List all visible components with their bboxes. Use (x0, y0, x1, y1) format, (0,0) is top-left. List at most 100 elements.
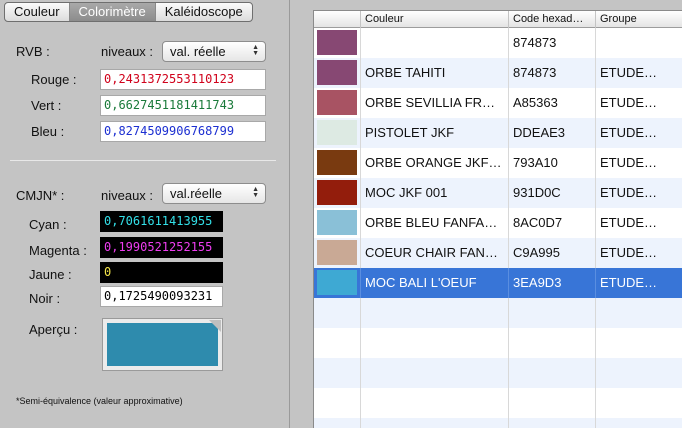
cmjn-mode-value: val.réelle (170, 186, 223, 201)
hex-code-cell: 793A10 (509, 148, 596, 178)
empty-row (314, 298, 682, 328)
empty-cell (509, 298, 596, 328)
hex-code-cell: DDEAE3 (509, 118, 596, 148)
bleu-field[interactable]: 0,8274509906768799 (100, 121, 266, 142)
rvb-mode-value: val. réelle (170, 44, 226, 59)
color-swatch (317, 90, 357, 115)
rouge-label: Rouge : (31, 72, 77, 87)
empty-cell (361, 418, 509, 428)
swatch-cell (314, 178, 361, 208)
empty-cell (596, 298, 682, 328)
group-cell: ETUDE… (600, 185, 658, 200)
hex-code-cell: 3EA9D3 (509, 268, 596, 298)
swatch-cell (314, 268, 361, 298)
footnote: *Semi-équivalence (valeur approximative) (16, 396, 183, 406)
color-swatch (317, 240, 357, 265)
hex-code-cell: A85363 (509, 88, 596, 118)
magenta-field[interactable]: 0,1990521252155 (100, 237, 223, 258)
swatch-cell (314, 238, 361, 268)
color-table[interactable]: Couleur Code hexad… Groupe 874873 ORBE TA… (313, 10, 682, 428)
table-row[interactable]: MOC BALI L'OEUF 3EA9D3 ETUDE… (314, 268, 682, 298)
swatch-cell (314, 28, 361, 58)
empty-cell (361, 358, 509, 388)
rouge-field[interactable]: 0,2431372553110123 (100, 69, 266, 90)
color-name-cell: ORBE SEVILLIA FR… (361, 88, 509, 118)
empty-row (314, 388, 682, 418)
noir-label: Noir : (29, 291, 61, 306)
jaune-label: Jaune : (29, 267, 72, 282)
table-row[interactable]: ORBE TAHITI 874873 ETUDE… (314, 58, 682, 88)
column-header-swatch[interactable] (314, 11, 361, 28)
noir-field[interactable]: 0,1725490093231 (100, 286, 223, 307)
empty-row (314, 358, 682, 388)
rvb-niveaux-label: niveaux : (101, 44, 154, 59)
hex-code-cell: C9A995 (509, 238, 596, 268)
empty-cell (314, 388, 361, 418)
group-cell: ETUDE… (600, 245, 658, 260)
cmjn-label: CMJN* : (16, 188, 65, 203)
color-swatch (317, 270, 357, 295)
swatch-cell (314, 118, 361, 148)
color-name-cell: COEUR CHAIR FAN… (361, 238, 509, 268)
updown-arrows-icon: ▲ ▼ (252, 44, 259, 57)
cmjn-mode-select[interactable]: val.réelle ▲ ▼ (162, 183, 266, 204)
color-swatch (317, 180, 357, 205)
tab-colorimetre[interactable]: Colorimètre (69, 3, 156, 21)
empty-cell (314, 418, 361, 428)
color-name-cell: ORBE ORANGE JKF… (361, 148, 509, 178)
group-cell: ETUDE… (600, 125, 658, 140)
apercu-label: Aperçu : (29, 322, 78, 337)
updown-arrows-icon: ▲ ▼ (252, 186, 259, 199)
table-row[interactable]: ORBE SEVILLIA FR… A85363 ETUDE… (314, 88, 682, 118)
table-row[interactable]: PISTOLET JKF DDEAE3 ETUDE… (314, 118, 682, 148)
swatch-cell (314, 148, 361, 178)
empty-cell (509, 418, 596, 428)
colorimeter-panel: Couleur Colorimètre Kaléidoscope RVB : n… (0, 0, 290, 428)
color-swatch (317, 210, 357, 235)
group-cell: ETUDE… (600, 215, 658, 230)
color-name-cell: MOC BALI L'OEUF (361, 268, 509, 298)
tab-kaleidoscope[interactable]: Kaléidoscope (156, 3, 252, 21)
table-row[interactable]: ORBE BLEU FANFA… 8AC0D7 ETUDE… (314, 208, 682, 238)
column-header-groupe[interactable]: Groupe (596, 11, 682, 28)
column-header-couleur[interactable]: Couleur (361, 11, 509, 28)
cyan-field[interactable]: 0,7061611413955 (100, 211, 223, 232)
group-cell: ETUDE… (600, 65, 658, 80)
empty-cell (361, 388, 509, 418)
tab-couleur[interactable]: Couleur (5, 3, 70, 21)
color-name-cell: ORBE TAHITI (361, 58, 509, 88)
hex-code-cell: 8AC0D7 (509, 208, 596, 238)
color-name-cell: PISTOLET JKF (361, 118, 509, 148)
jaune-field[interactable]: 0 (100, 262, 223, 283)
swatch-cell (314, 58, 361, 88)
group-cell (596, 28, 682, 58)
table-row[interactable]: ORBE ORANGE JKF… 793A10 ETUDE… (314, 148, 682, 178)
table-row[interactable]: MOC JKF 001 931D0C ETUDE… (314, 178, 682, 208)
empty-cell (596, 358, 682, 388)
hex-code-cell: 874873 (509, 58, 596, 88)
rvb-mode-select[interactable]: val. réelle ▲ ▼ (162, 41, 266, 62)
table-row[interactable]: COEUR CHAIR FAN… C9A995 ETUDE… (314, 238, 682, 268)
color-name-cell: ORBE BLEU FANFA… (361, 208, 509, 238)
column-header-code[interactable]: Code hexad… (509, 11, 596, 28)
empty-cell (596, 388, 682, 418)
color-swatch (317, 120, 357, 145)
vert-label: Vert : (31, 98, 62, 113)
vert-field[interactable]: 0,6627451181411743 (100, 95, 266, 116)
section-divider (10, 160, 276, 161)
swatch-cell (314, 208, 361, 238)
cmjn-niveaux-label: niveaux : (101, 188, 154, 203)
empty-cell (509, 388, 596, 418)
empty-cell (596, 328, 682, 358)
swatch-cell (314, 88, 361, 118)
bleu-label: Bleu : (31, 124, 65, 139)
empty-cell (314, 358, 361, 388)
empty-cell (509, 358, 596, 388)
group-cell: ETUDE… (600, 155, 658, 170)
empty-row (314, 418, 682, 428)
color-name-cell (361, 28, 509, 58)
empty-cell (361, 298, 509, 328)
color-swatch (317, 150, 357, 175)
empty-cell (314, 328, 361, 358)
table-row[interactable]: 874873 (314, 28, 682, 58)
